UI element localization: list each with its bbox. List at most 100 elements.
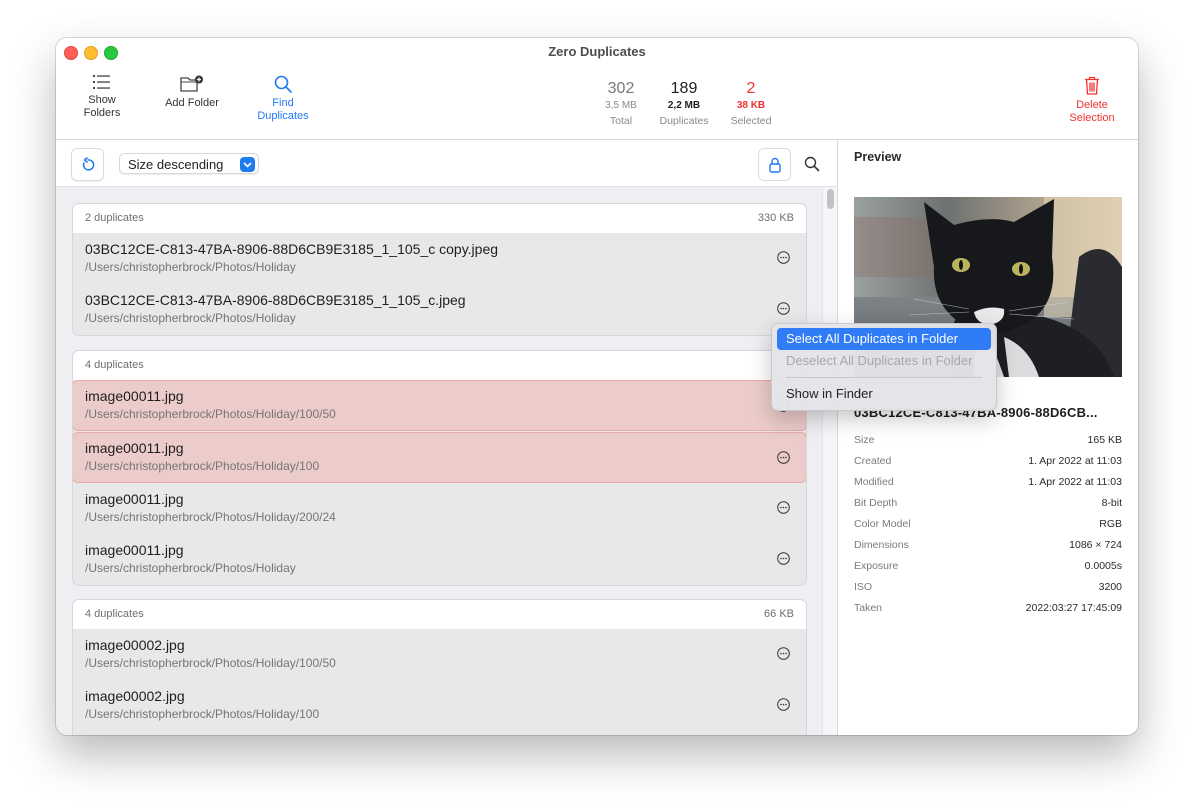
delete-selection-label-2: Selection xyxy=(1069,112,1115,124)
folder-add-icon xyxy=(180,75,203,92)
selected-size: 38 KB xyxy=(736,100,766,111)
window-title: Zero Duplicates xyxy=(548,44,646,59)
file-path: /Users/christopherbrock/Photos/Holiday/1… xyxy=(85,407,336,421)
file-row[interactable]: 03BC12CE-C813-47BA-8906-88D6CB9E3185_1_1… xyxy=(73,284,806,335)
stat-selected: 2 38 KB Selected xyxy=(716,79,786,128)
more-options-icon[interactable] xyxy=(777,698,790,711)
file-row-selected[interactable]: image00011.jpg /Users/christopherbrock/P… xyxy=(73,432,806,483)
menu-item-select-all-in-folder[interactable]: Select All Duplicates in Folder xyxy=(777,328,991,350)
meta-value: 8-bit xyxy=(1101,497,1122,509)
sort-select[interactable]: Size descending xyxy=(119,153,259,174)
group-header: 2 duplicates 330 KB xyxy=(73,204,806,233)
menu-item-deselect-all-in-folder[interactable]: Deselect All Duplicates in Folder xyxy=(777,350,991,372)
meta-value: 3200 xyxy=(1098,581,1122,593)
meta-value: 1. Apr 2022 at 11:03 xyxy=(1028,476,1122,488)
file-name: 03BC12CE-C813-47BA-8906-88D6CB9E3185_1_1… xyxy=(85,241,499,257)
duplicates-count: 189 xyxy=(670,80,698,97)
group-size: 330 KB xyxy=(757,212,794,224)
list-scrollbar[interactable] xyxy=(822,187,838,735)
meta-key: Size xyxy=(854,434,875,446)
file-name: image00002.jpg xyxy=(85,688,185,704)
total-size: 3,5 MB xyxy=(605,100,637,111)
duplicate-group: 2 duplicates 330 KB 03BC12CE-C813-47BA-8… xyxy=(72,203,807,336)
meta-value: 1086 × 724 xyxy=(1069,539,1122,551)
file-row[interactable] xyxy=(73,731,806,735)
trash-icon xyxy=(1085,76,1099,95)
group-size: 66 KB xyxy=(764,608,794,620)
file-path: /Users/christopherbrock/Photos/Holiday/1… xyxy=(85,459,320,473)
duplicate-group: 4 duplicates 7 image00011.jpg /Users/chr… xyxy=(72,350,807,586)
meta-key: ISO xyxy=(854,581,873,593)
selected-count: 2 xyxy=(746,80,756,97)
stat-duplicates: 189 2,2 MB Duplicates xyxy=(649,79,719,128)
file-row[interactable]: image00002.jpg /Users/christopherbrock/P… xyxy=(73,629,806,680)
meta-row-iso: ISO 3200 xyxy=(854,577,1122,598)
delete-selection-button[interactable]: Delete Selection xyxy=(1060,76,1124,125)
file-path: /Users/christopherbrock/Photos/Holiday/1… xyxy=(85,707,320,721)
meta-key: Color Model xyxy=(854,518,911,530)
show-folders-label-2: Folders xyxy=(83,107,121,119)
add-folder-button[interactable]: Add Folder xyxy=(162,75,222,110)
more-options-icon[interactable] xyxy=(777,647,790,660)
file-path: /Users/christopherbrock/Photos/Holiday xyxy=(85,561,296,575)
meta-row-modified: Modified 1. Apr 2022 at 11:03 xyxy=(854,472,1122,493)
meta-row-exposure: Exposure 0.0005s xyxy=(854,556,1122,577)
menu-separator xyxy=(786,377,982,378)
file-path: /Users/christopherbrock/Photos/Holiday/2… xyxy=(85,510,336,524)
show-folders-button[interactable]: Show Folders xyxy=(78,74,126,120)
meta-row-size: Size 165 KB xyxy=(854,430,1122,451)
metadata-list: Size 165 KB Created 1. Apr 2022 at 11:03 M… xyxy=(854,430,1122,619)
file-name: 03BC12CE-C813-47BA-8906-88D6CB9E3185_1_1… xyxy=(85,292,466,308)
duplicate-group: 4 duplicates 66 KB image00002.jpg /Users… xyxy=(72,599,807,735)
duplicates-size: 2,2 MB xyxy=(667,100,701,111)
refresh-button[interactable] xyxy=(71,148,104,181)
file-row[interactable]: 03BC12CE-C813-47BA-8906-88D6CB9E3185_1_1… xyxy=(73,233,806,284)
file-row[interactable]: image00011.jpg /Users/christopherbrock/P… xyxy=(73,534,806,585)
more-options-icon[interactable] xyxy=(777,251,790,264)
group-count: 4 duplicates xyxy=(85,359,144,371)
more-options-icon[interactable] xyxy=(777,451,790,464)
meta-row-created: Created 1. Apr 2022 at 11:03 xyxy=(854,451,1122,472)
duplicates-list: 2 duplicates 330 KB 03BC12CE-C813-47BA-8… xyxy=(56,187,822,735)
meta-value: 1. Apr 2022 at 11:03 xyxy=(1028,455,1122,467)
file-name: image00011.jpg xyxy=(85,440,184,456)
meta-key: Created xyxy=(854,455,892,467)
file-row[interactable]: image00011.jpg /Users/christopherbrock/P… xyxy=(73,483,806,534)
lock-button[interactable] xyxy=(758,148,791,181)
meta-value: 2022:03:27 17:45:09 xyxy=(1025,602,1122,614)
group-count: 4 duplicates xyxy=(85,608,144,620)
search-icon xyxy=(274,75,292,93)
meta-value: 165 KB xyxy=(1087,434,1122,446)
find-duplicates-button[interactable]: Find Duplicates xyxy=(251,75,315,123)
find-duplicates-label-2: Duplicates xyxy=(257,110,309,122)
file-row[interactable]: image00002.jpg /Users/christopherbrock/P… xyxy=(73,680,806,731)
more-options-icon[interactable] xyxy=(777,552,790,565)
menu-item-show-in-finder[interactable]: Show in Finder xyxy=(777,383,991,405)
meta-row-dimensions: Dimensions 1086 × 724 xyxy=(854,535,1122,556)
meta-value: 0.0005s xyxy=(1084,560,1122,572)
scrollbar-thumb[interactable] xyxy=(827,189,834,209)
delete-selection-label-1: Delete xyxy=(1076,99,1108,111)
chevron-down-icon xyxy=(240,157,255,172)
preview-pane: Preview 03BC12CE-C813-47BA-8906-88D6CB..… xyxy=(838,140,1138,735)
total-count: 302 xyxy=(607,80,635,97)
selected-label: Selected xyxy=(730,115,772,127)
meta-key: Taken xyxy=(854,602,883,614)
add-folder-label: Add Folder xyxy=(165,97,219,109)
list-toolbar: Size descending xyxy=(56,140,837,187)
duplicates-panel: Size descending 2 duplicates 330 KB 03BC… xyxy=(56,140,838,735)
file-row-selected[interactable]: image00011.jpg /Users/christopherbrock/P… xyxy=(73,380,806,431)
file-path: /Users/christopherbrock/Photos/Holiday xyxy=(85,311,296,325)
search-icon[interactable] xyxy=(804,156,820,172)
refresh-icon xyxy=(82,157,94,171)
more-options-icon[interactable] xyxy=(777,302,790,315)
stat-total: 302 3,5 MB Total xyxy=(586,79,656,128)
meta-key: Dimensions xyxy=(854,539,909,551)
file-name: image00011.jpg xyxy=(85,388,184,404)
list-icon xyxy=(93,75,110,89)
more-options-icon[interactable] xyxy=(777,501,790,514)
titlebar: Zero Duplicates Show Folders Add Folder xyxy=(56,38,1138,140)
file-path: /Users/christopherbrock/Photos/Holiday/1… xyxy=(85,656,336,670)
total-label: Total xyxy=(609,115,633,127)
meta-row-bit-depth: Bit Depth 8-bit xyxy=(854,493,1122,514)
